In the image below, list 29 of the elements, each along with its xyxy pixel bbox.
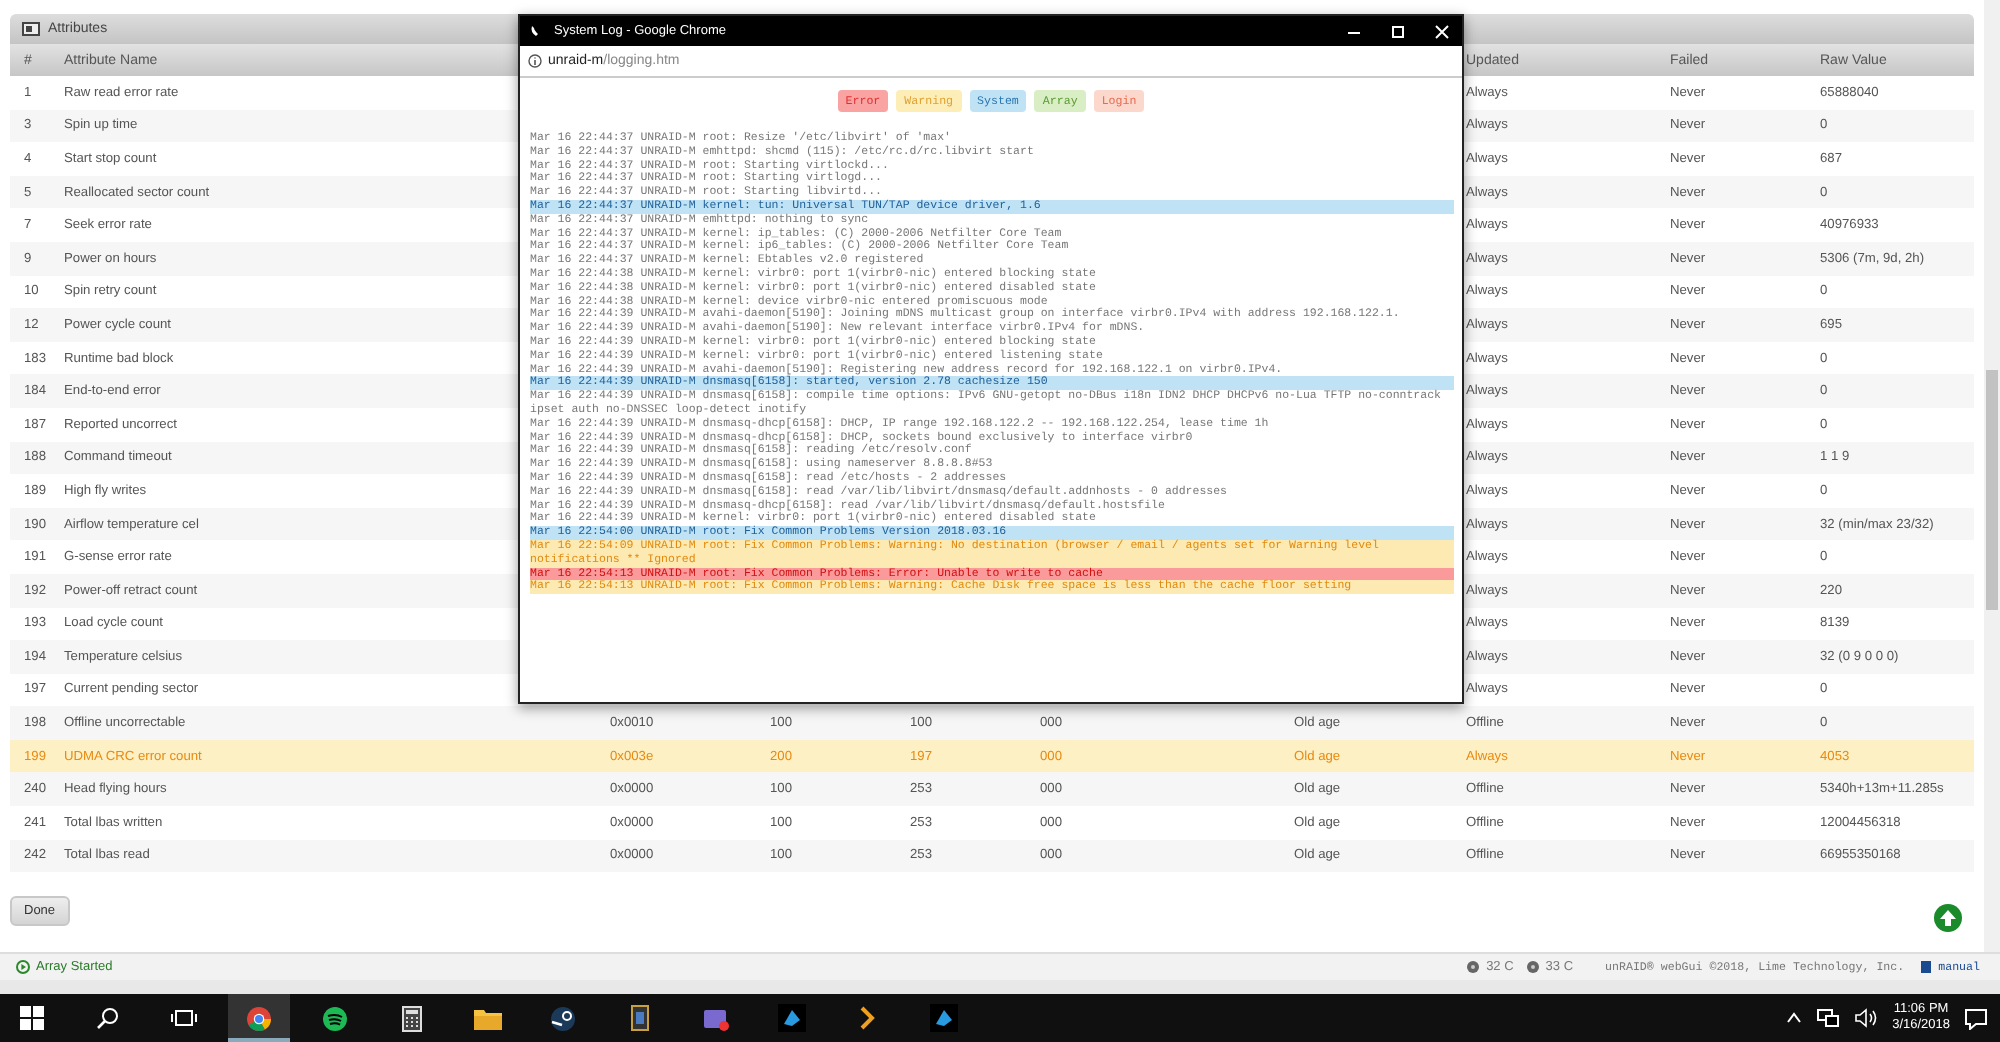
task-view-icon[interactable] [169,1008,197,1028]
volume-icon[interactable] [1854,1008,1879,1028]
close-icon[interactable] [1434,23,1450,39]
windows-icon[interactable] [19,1006,43,1030]
browser-icon[interactable] [246,1005,272,1031]
maximize-icon[interactable] [1390,23,1406,39]
app-icon[interactable] [929,1004,957,1032]
notification-icon[interactable] [1964,1007,1988,1029]
disk-icon [1525,960,1540,974]
play-circle-icon [16,960,30,974]
book-icon [1920,960,1933,974]
music-icon[interactable] [322,1005,348,1031]
folder-icon[interactable] [473,1007,501,1029]
calculator-icon[interactable] [401,1005,421,1031]
disk-icon [1466,960,1481,974]
search-icon[interactable] [95,1006,119,1030]
app-icon[interactable] [777,1004,805,1032]
horizontal-scrollbar[interactable] [0,980,2000,994]
app-icon[interactable] [627,1004,651,1032]
network-icon[interactable] [1816,1008,1841,1028]
scroll-to-top-icon[interactable] [1934,904,1962,933]
vertical-scrollbar[interactable] [1984,0,2000,952]
phone-icon [530,24,544,38]
steam-icon[interactable] [550,1005,576,1031]
app-icon[interactable] [701,1005,729,1031]
panel-icon [22,22,40,36]
chevron-up-icon[interactable] [1786,1012,1803,1024]
chevron-icon[interactable] [859,1006,875,1030]
info-icon [528,54,542,68]
